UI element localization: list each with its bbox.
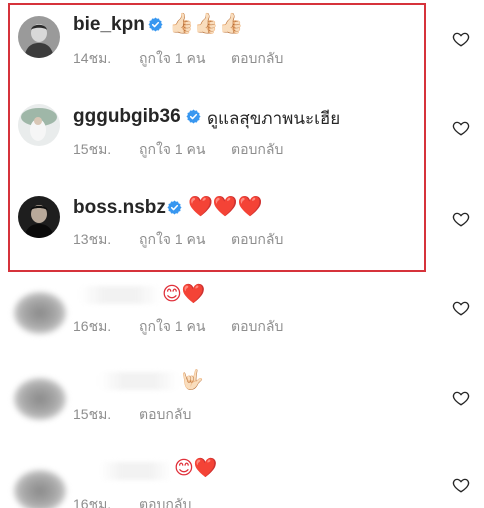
comment-item: 🤟🏻 15ชม. ตอบกลับ bbox=[0, 358, 484, 444]
comment-meta: 14ชม. ถูกใจ 1 คน ตอบกลับ bbox=[73, 48, 283, 70]
reply-button[interactable]: ตอบกลับ bbox=[231, 48, 283, 70]
comment-time: 14ชม. bbox=[73, 50, 112, 66]
comment-text: ❤️❤️❤️ bbox=[188, 196, 263, 218]
heart-outline-icon[interactable] bbox=[452, 476, 470, 494]
reply-button[interactable]: ตอบกลับ bbox=[139, 404, 191, 426]
comment-item: 😊❤️ 16ชม. ถูกใจ 1 คน ตอบกลับ bbox=[0, 274, 484, 358]
comment-username[interactable]: boss.nsbz bbox=[73, 197, 166, 219]
comment-item: gggubgib36 ดูแลสุขภาพนะเฮีย 15ชม. ถูกใจ … bbox=[0, 90, 484, 182]
avatar-blurred bbox=[14, 470, 66, 508]
heart-outline-icon[interactable] bbox=[452, 299, 470, 317]
heart-outline-icon[interactable] bbox=[452, 30, 470, 48]
comment-time: 15ชม. bbox=[73, 406, 112, 422]
comment-time: 16ชม. bbox=[73, 496, 112, 508]
comment-likes-count[interactable]: ถูกใจ 1 คน bbox=[139, 48, 206, 70]
comment-text: 👍🏻👍🏻👍🏻 bbox=[169, 13, 244, 35]
username-blurred bbox=[100, 462, 172, 480]
avatar[interactable] bbox=[18, 196, 60, 238]
verified-badge-icon bbox=[167, 200, 182, 215]
avatar[interactable] bbox=[18, 16, 60, 58]
reply-button[interactable]: ตอบกลับ bbox=[231, 316, 283, 338]
reply-button[interactable]: ตอบกลับ bbox=[231, 139, 283, 161]
verified-badge-icon bbox=[148, 17, 163, 32]
avatar[interactable] bbox=[18, 104, 60, 146]
reply-button[interactable]: ตอบกลับ bbox=[139, 494, 191, 508]
comment-meta: 16ชม. ตอบกลับ bbox=[73, 494, 191, 508]
comment-likes-count[interactable]: ถูกใจ 1 คน bbox=[139, 229, 206, 251]
heart-outline-icon[interactable] bbox=[452, 119, 470, 137]
comment-time: 13ชม. bbox=[73, 231, 112, 247]
comment-text: ดูแลสุขภาพนะเฮีย bbox=[207, 109, 341, 128]
comment-username[interactable]: bie_kpn bbox=[73, 14, 145, 36]
comment-likes-count[interactable]: ถูกใจ 1 คน bbox=[139, 316, 206, 338]
comment-item: boss.nsbz ❤️❤️❤️ 13ชม. ถูกใจ 1 คน ตอบกลั… bbox=[0, 182, 484, 274]
comment-text: 😊❤️ bbox=[174, 458, 218, 479]
verified-badge-icon bbox=[186, 109, 201, 124]
comment-username[interactable]: gggubgib36 bbox=[73, 106, 181, 128]
comment-text: 🤟🏻 bbox=[180, 370, 204, 391]
reply-button[interactable]: ตอบกลับ bbox=[231, 229, 283, 251]
heart-outline-icon[interactable] bbox=[452, 389, 470, 407]
comment-item: 😊❤️ 16ชม. ตอบกลับ bbox=[0, 444, 484, 508]
avatar-blurred bbox=[14, 378, 66, 420]
comment-meta: 15ชม. ตอบกลับ bbox=[73, 404, 191, 426]
username-blurred bbox=[100, 372, 178, 390]
comment-meta: 15ชม. ถูกใจ 1 คน ตอบกลับ bbox=[73, 139, 283, 161]
comment-text: 😊❤️ bbox=[162, 284, 206, 305]
username-blurred bbox=[80, 286, 160, 304]
avatar-blurred bbox=[14, 292, 66, 334]
comment-time: 16ชม. bbox=[73, 318, 112, 334]
comment-meta: 13ชม. ถูกใจ 1 คน ตอบกลับ bbox=[73, 229, 283, 251]
comment-likes-count[interactable]: ถูกใจ 1 คน bbox=[139, 139, 206, 161]
comment-time: 15ชม. bbox=[73, 141, 112, 157]
comment-meta: 16ชม. ถูกใจ 1 คน ตอบกลับ bbox=[73, 316, 283, 338]
comment-item: bie_kpn 👍🏻👍🏻👍🏻 14ชม. ถูกใจ 1 คน ตอบกลับ bbox=[0, 0, 484, 90]
heart-outline-icon[interactable] bbox=[452, 210, 470, 228]
